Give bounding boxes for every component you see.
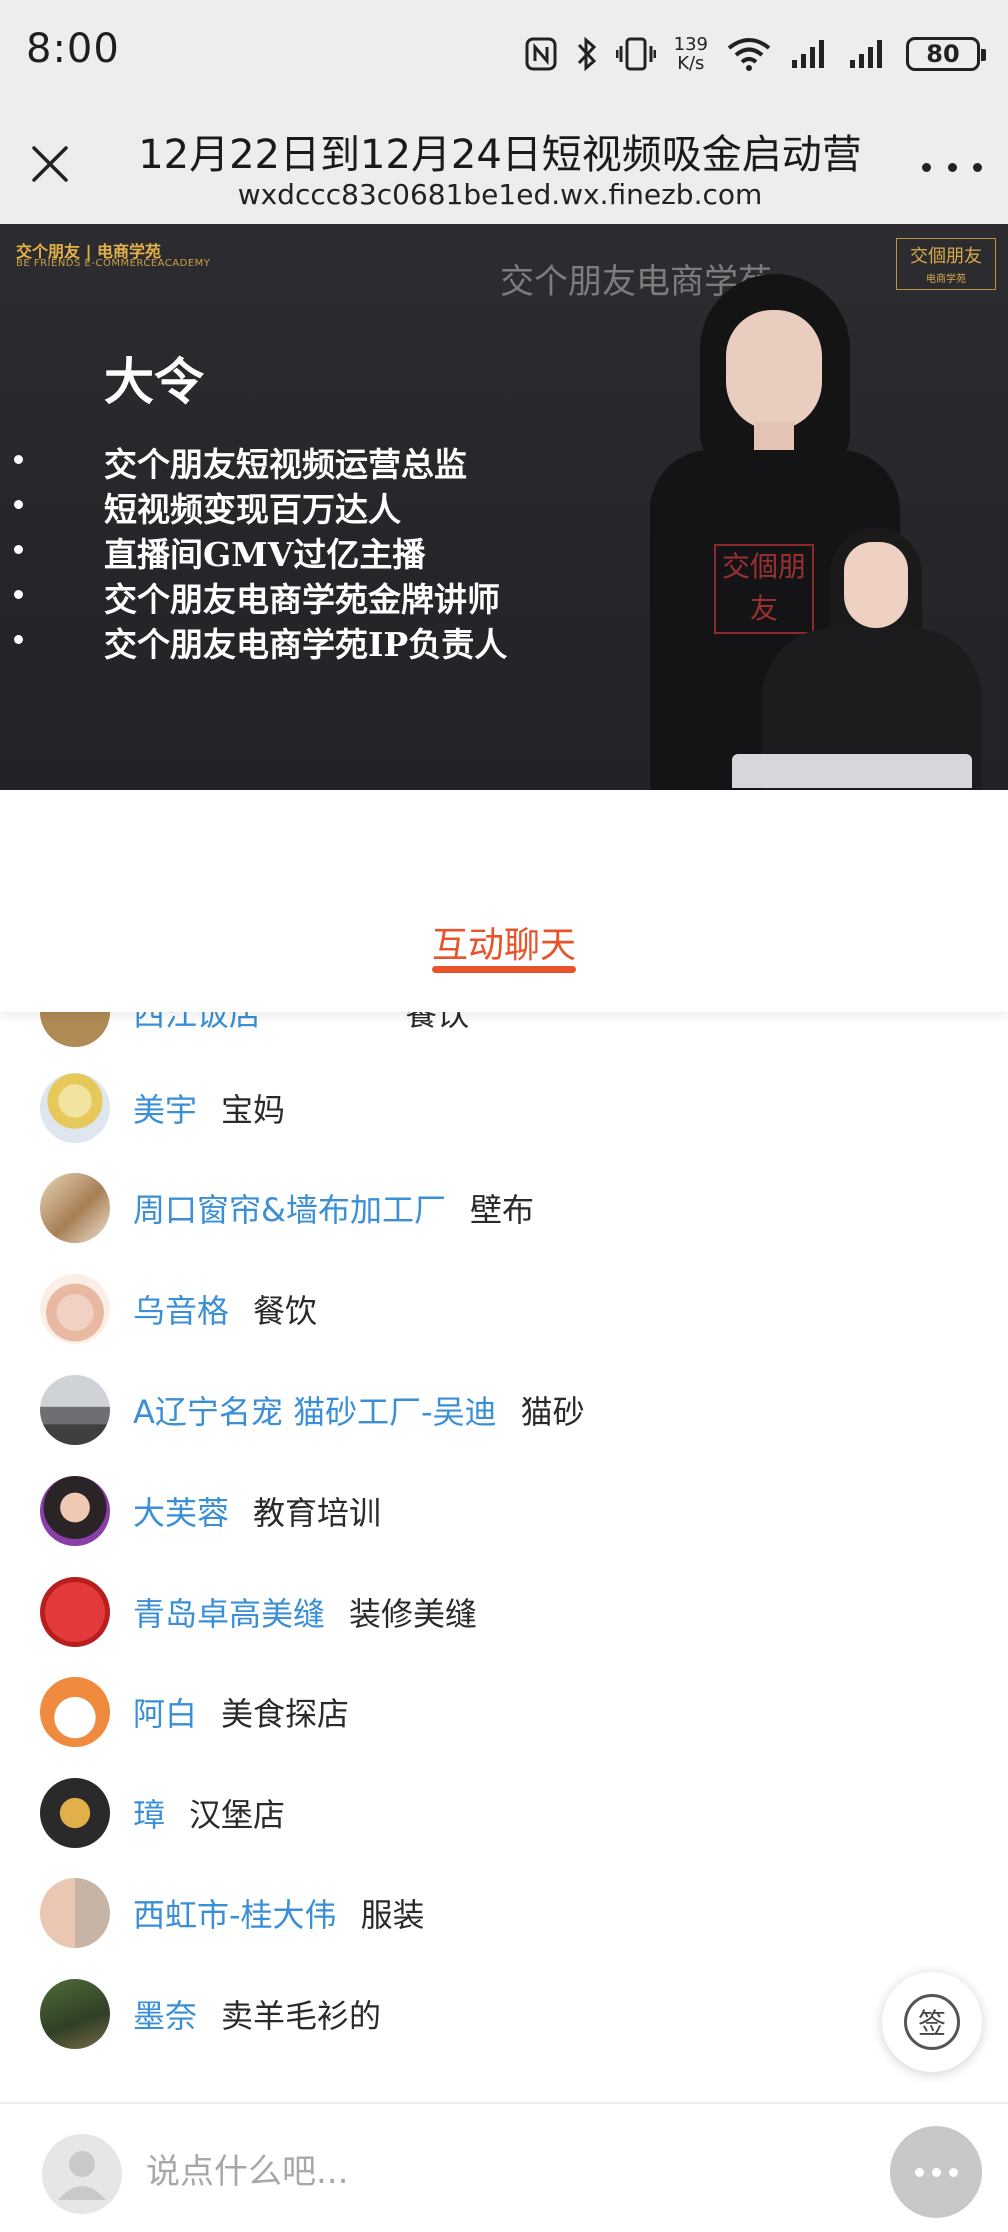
net-speed-unit: K/s [677,53,705,74]
avatar[interactable] [40,1073,110,1143]
speaker-bio-item: 短视频变现百万达人 [10,483,507,529]
chat-text: 美食探店 [221,1695,350,1733]
chat-message: 乌音格 餐饮 [0,1259,1008,1359]
chat-message: 西虹市-桂大伟 服装 [0,1863,1008,1963]
chat-nickname[interactable]: 墨奈 [133,1997,197,2035]
close-icon [32,146,68,182]
chat-message: 阿白 美食探店 [0,1662,1008,1762]
status-icons: 139 K/s 80 [524,24,986,84]
chat-nickname[interactable]: 西江饭店 [133,1012,261,1033]
more-dot-icon [973,162,982,172]
chat-nickname[interactable]: 西虹市-桂大伟 [133,1896,337,1934]
chat-nickname[interactable]: A辽宁名宠 猫砂工厂-吴迪 [133,1393,497,1431]
chat-text: 猫砂 [520,1393,585,1431]
chat-nickname[interactable]: 璋 [133,1796,165,1834]
more-actions-button[interactable] [890,2126,982,2218]
signal-icon [792,40,824,68]
bluetooth-icon [577,36,596,72]
avatar[interactable] [40,1778,110,1848]
user-silhouette-icon [58,2151,106,2200]
close-button[interactable] [24,138,76,190]
chat-nickname[interactable]: 美宇 [133,1091,197,1129]
avatar[interactable] [40,1476,110,1546]
avatar[interactable] [40,1375,110,1445]
chat-text: 汉堡店 [189,1796,286,1834]
chat-text: 装修美缝 [349,1595,478,1633]
chat-message: 璋汉堡店 [0,1763,1008,1863]
net-speed: 139 K/s [674,35,708,73]
tab-bar: 互动聊天 [0,888,1008,1012]
chat-text: 卖羊毛衫的 [221,1997,382,2035]
chat-nickname[interactable]: 阿白 [133,1695,197,1733]
chat-input[interactable] [146,2142,706,2202]
more-dot-icon [948,2167,958,2177]
chat-list[interactable]: 西江饭店 餐饮 美宇 宝妈 周口窗帘&墙布加工厂 壁布 乌音格 餐饮 A辽宁名宠 猫砂工… [0,1012,1008,2102]
chat-nickname[interactable]: 大芙蓉 [133,1494,229,1532]
nfc-icon [525,37,557,71]
avatar[interactable] [40,1274,110,1344]
browser-header: 12月22日到12月24日短视频吸金启动营 wxdccc83c0681be1ed… [0,108,1008,224]
avatar[interactable] [40,1012,110,1047]
more-dot-icon [914,2167,924,2177]
page-title: 12月22日到12月24日短视频吸金启动营 [138,132,862,178]
more-dot-icon [947,162,957,172]
avatar[interactable] [40,1979,110,2049]
speaker-bio-item: 交个朋友短视频运营总监 [10,438,507,484]
wifi-icon [727,38,771,71]
chat-nickname[interactable]: 周口窗帘&墙布加工厂 [133,1191,446,1229]
chat-message: 青岛卓高美缝 装修美缝 [0,1562,1008,1662]
more-dot-icon [931,2167,941,2177]
battery-icon: 80 [906,37,986,71]
status-bar: 8:00 139 K/s 80 [0,0,1008,108]
speaker-bio-item: 直播间GMV过亿主播 [10,528,507,574]
chat-message: A辽宁名宠 猫砂工厂-吴迪 猫砂 [0,1360,1008,1460]
sign-in-icon: 签 [904,1994,960,2050]
vibrate-icon [615,37,656,71]
chat-message: 西江饭店 餐饮 [0,1012,1008,1062]
page-url: wxdccc83c0681be1ed.wx.finezb.com [237,178,763,211]
avatar[interactable] [40,1878,110,1948]
signal-icon [850,40,882,68]
speaker-name: 大令 [104,352,204,411]
chat-text: 教育培训 [253,1494,382,1532]
host-camera [732,528,992,790]
chat-text: 餐饮 [405,1012,470,1033]
avatar[interactable] [40,1677,110,1747]
net-speed-value: 139 [673,34,708,55]
chat-nickname[interactable]: 青岛卓高美缝 [133,1595,325,1633]
brand-logo-right-text: 交個朋友 [910,246,982,267]
chat-text: 壁布 [469,1191,534,1229]
chat-nickname[interactable]: 乌音格 [133,1292,229,1330]
chat-message: 周口窗帘&墙布加工厂 壁布 [0,1158,1008,1258]
chat-message: 大芙蓉 教育培训 [0,1461,1008,1561]
chat-text: 服装 [360,1896,425,1934]
avatar[interactable] [40,1173,110,1243]
avatar[interactable] [40,1577,110,1647]
more-menu-button[interactable] [922,152,982,182]
tab-active-indicator [432,966,576,973]
speaker-bio-list: 交个朋友短视频运营总监 短视频变现百万达人 直播间GMV过亿主播 交个朋友电商学… [10,438,507,664]
chat-message: 墨奈 卖羊毛衫的 [0,1964,1008,2064]
tab-chat[interactable]: 互动聊天 [0,916,1008,968]
brand-logo-left-sub: BE FRIENDS E-COMMERCEACADEMY [16,258,211,269]
status-time: 8:00 [26,26,120,72]
chat-input-bar [0,2102,1008,2232]
chat-text: 宝妈 [221,1091,286,1129]
user-avatar[interactable] [42,2134,122,2214]
speaker-bio-item: 交个朋友电商学苑金牌讲师 [10,573,507,619]
live-video-player[interactable]: 交个朋友 | 电商学苑 BE FRIENDS E-COMMERCEACADEMY… [0,224,1008,790]
more-dot-icon [922,162,931,172]
sign-in-button[interactable]: 签 [882,1972,982,2072]
chat-message: 美宇 宝妈 [0,1058,1008,1158]
speaker-bio-item: 交个朋友电商学苑IP负责人 [10,618,507,664]
chat-text: 餐饮 [253,1292,318,1330]
